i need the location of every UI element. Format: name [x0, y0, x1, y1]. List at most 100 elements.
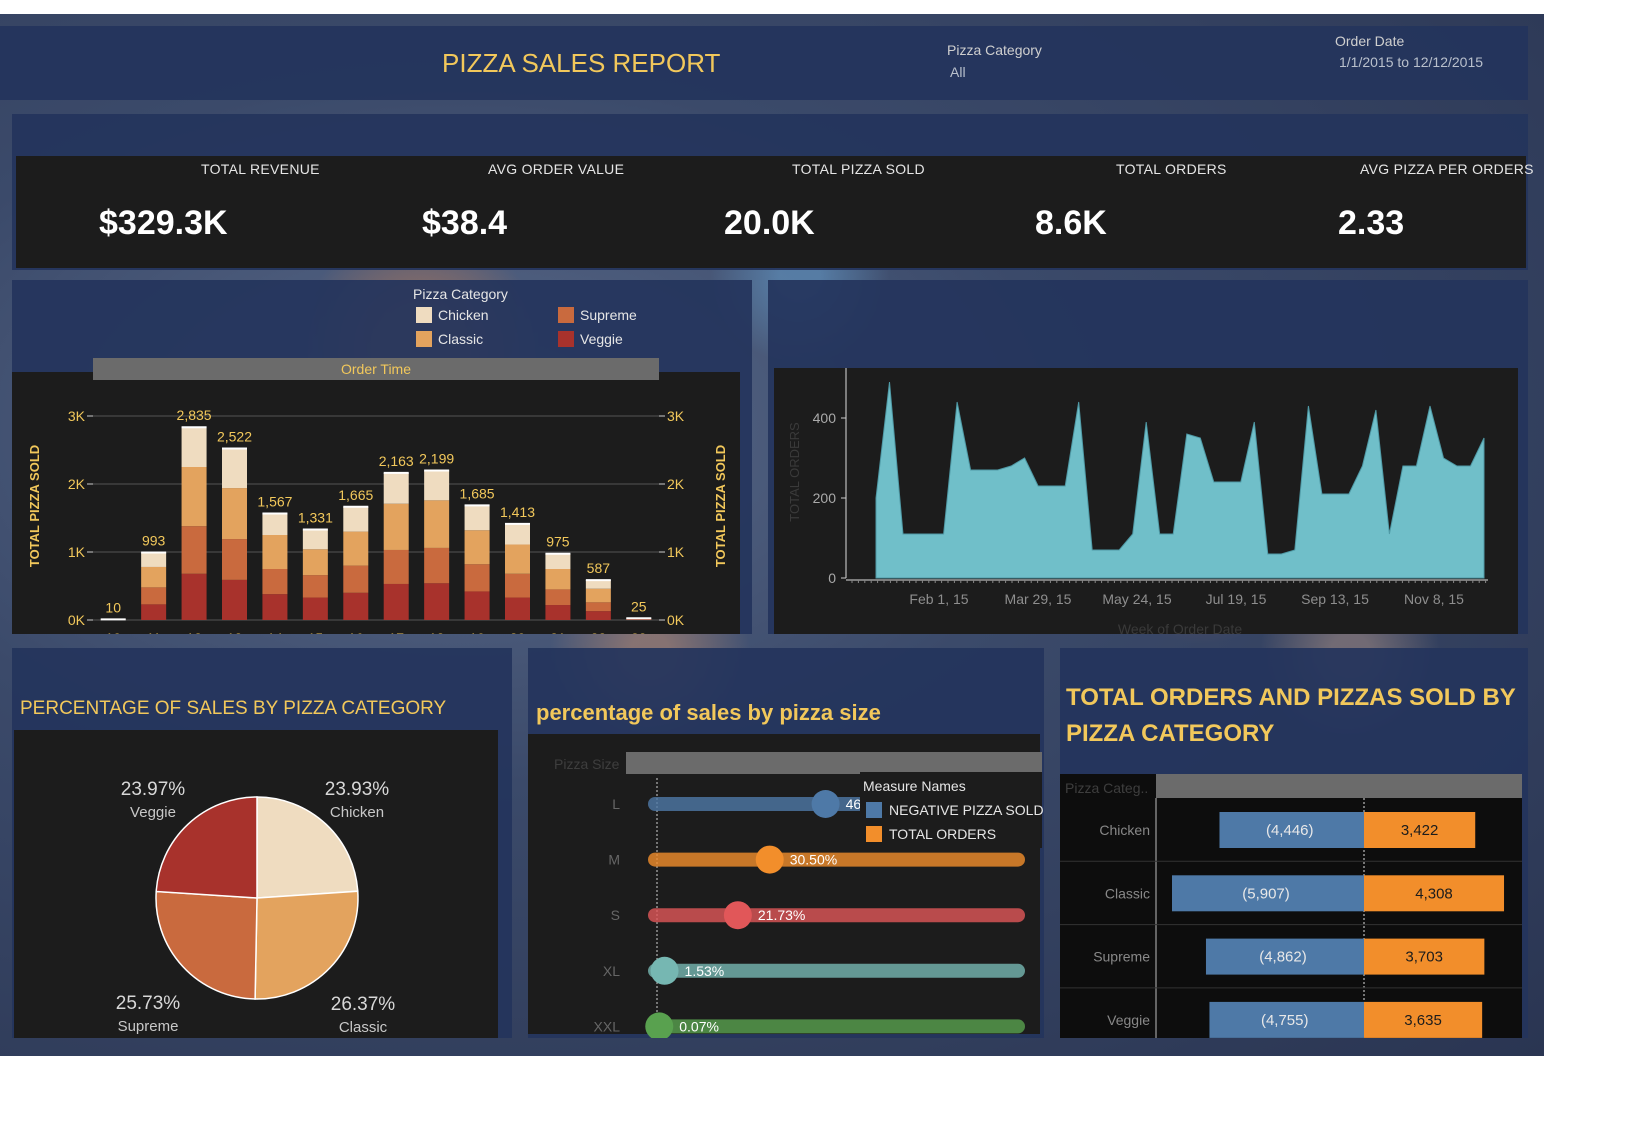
- bar-segment-supreme: [181, 526, 207, 574]
- size-legend-swatch: [866, 802, 882, 818]
- kpi-value-orders: 8.6K: [1035, 204, 1107, 242]
- y-axis-title: TOTAL PIZZA SOLD: [27, 445, 42, 567]
- bar-segment-chicken: [545, 553, 571, 569]
- legend-swatch-veggie[interactable]: [558, 331, 574, 347]
- bar-segment-classic: [343, 531, 369, 566]
- category-label: Veggie: [1107, 1012, 1150, 1028]
- size-value-label: 1.53%: [685, 963, 725, 979]
- kpi-value-avg-order: $38.4: [422, 204, 508, 242]
- bar-total-label: 1,685: [460, 485, 495, 501]
- category-pie-chart: 23.93% Chicken 26.37% Classic 25.73% Supreme 2…: [14, 730, 498, 1038]
- size-dot: [811, 790, 840, 818]
- size-category-label: L: [612, 796, 620, 812]
- pie-category-label: Classic: [339, 1019, 388, 1036]
- x-axis-title: Week of Order Date: [1118, 621, 1242, 634]
- pie-percent-label: 26.37%: [331, 994, 396, 1015]
- bar-segment-supreme: [505, 573, 530, 598]
- size-dot: [755, 845, 784, 874]
- header-bar: PIZZA SALES REPORT Pizza Category All Or…: [0, 26, 1528, 100]
- bar-total-label: 2,522: [217, 429, 252, 445]
- size-value-label: 0.07%: [679, 1018, 719, 1034]
- y-tick-label: 0: [828, 570, 836, 586]
- bar-segment-chicken: [141, 552, 167, 567]
- pie-category-label: Supreme: [118, 1018, 179, 1035]
- category-header-bar: [1156, 774, 1522, 798]
- bar-segment-veggie: [141, 604, 167, 620]
- x-tick-label: 18: [429, 630, 445, 634]
- negative-pizza-label: (5,907): [1242, 885, 1290, 902]
- y-tick-label: 400: [813, 410, 837, 426]
- legend-label-supreme[interactable]: Supreme: [580, 307, 637, 323]
- bar-segment-classic: [383, 503, 409, 550]
- y2-axis-title: TOTAL PIZZA SOLD: [713, 445, 728, 567]
- bar-total-label: 1,665: [338, 487, 373, 503]
- bar-segment-supreme: [222, 539, 247, 580]
- dashboard-background: PIZZA SALES REPORT Pizza Category All Or…: [0, 14, 1544, 1056]
- pie-percent-label: 23.93%: [325, 779, 390, 800]
- order-time-header: Order Time: [341, 361, 411, 377]
- kpi-label-avg-order: AVG ORDER VALUE: [488, 161, 625, 177]
- pie-percent-label: 23.97%: [121, 779, 186, 800]
- pie-category-label: Chicken: [330, 804, 384, 821]
- x-tick-label: 15: [308, 630, 324, 634]
- bar-total-label: 975: [546, 534, 570, 550]
- category-filter-label: Pizza Category: [947, 42, 1042, 58]
- y2-tick-label: 3K: [667, 408, 685, 424]
- bar-segment-classic: [302, 549, 328, 576]
- size-legend-swatch: [866, 826, 882, 842]
- legend-swatch-supreme[interactable]: [558, 307, 574, 323]
- bar-segment-supreme: [262, 569, 288, 595]
- bar-segment-supreme: [424, 547, 450, 584]
- negative-pizza-label: (4,862): [1259, 949, 1307, 966]
- x-tick-label: Mar 29, 15: [1005, 591, 1072, 607]
- legend-label-chicken[interactable]: Chicken: [438, 307, 489, 323]
- y-tick-label: 200: [813, 490, 837, 506]
- total-orders-label: 3,422: [1401, 822, 1439, 839]
- bar-segment-chicken: [343, 506, 369, 532]
- kpi-value-pizza-sold: 20.0K: [724, 204, 815, 242]
- kpi-value-avg-pizza: 2.33: [1338, 204, 1405, 242]
- bar-total-label: 587: [587, 560, 611, 576]
- bar-segment-chicken: [464, 505, 490, 531]
- x-tick-label: Sep 13, 15: [1301, 591, 1369, 607]
- category-title-line1: TOTAL ORDERS AND PIZZAS SOLD BY: [1066, 684, 1516, 711]
- bar-segment-veggie: [302, 597, 328, 620]
- kpi-label-revenue: TOTAL REVENUE: [201, 161, 320, 177]
- kpi-label-pizza-sold: TOTAL PIZZA SOLD: [792, 161, 925, 177]
- x-tick-label: Jul 19, 15: [1206, 591, 1267, 607]
- size-category-label: M: [608, 852, 620, 868]
- x-tick-label: Nov 8, 15: [1404, 591, 1464, 607]
- size-dot: [723, 901, 752, 930]
- bar-segment-veggie: [585, 611, 611, 620]
- y-tick-label: 0K: [68, 612, 86, 628]
- date-filter-value[interactable]: 1/1/2015 to 12/12/2015: [1339, 54, 1483, 70]
- bar-segment-supreme: [383, 549, 409, 584]
- bar-segment-chicken: [222, 448, 247, 489]
- bar-segment-classic: [141, 566, 167, 588]
- category-label: Classic: [1105, 885, 1150, 901]
- bar-segment-veggie: [222, 579, 247, 620]
- y2-tick-label: 2K: [667, 476, 685, 492]
- bar-segment-classic: [424, 500, 450, 548]
- legend-swatch-classic[interactable]: [416, 331, 432, 347]
- legend-label-veggie[interactable]: Veggie: [580, 331, 623, 347]
- size-legend-label: TOTAL ORDERS: [889, 826, 996, 842]
- legend-swatch-chicken[interactable]: [416, 307, 432, 323]
- kpi-value-revenue: $329.3K: [99, 204, 228, 242]
- bar-segment-classic: [181, 467, 207, 527]
- x-tick-label: 10: [105, 630, 121, 634]
- date-filter-label: Order Date: [1335, 33, 1405, 49]
- bar-total-label: 2,199: [419, 450, 454, 466]
- x-tick-label: 13: [227, 630, 243, 634]
- y2-tick-label: 1K: [667, 544, 685, 560]
- bar-segment-chicken: [585, 580, 611, 589]
- category-filter-value[interactable]: All: [950, 64, 966, 80]
- legend-label-classic[interactable]: Classic: [438, 331, 483, 347]
- pie-percent-label: 25.73%: [116, 993, 181, 1014]
- total-orders-label: 3,635: [1404, 1012, 1442, 1029]
- bar-segment-chicken: [302, 529, 328, 550]
- y-tick-label: 1K: [68, 544, 86, 560]
- x-tick-label: 12: [186, 630, 202, 634]
- bar-total-label: 1,567: [257, 493, 292, 509]
- bar-total-label: 1,331: [298, 509, 333, 525]
